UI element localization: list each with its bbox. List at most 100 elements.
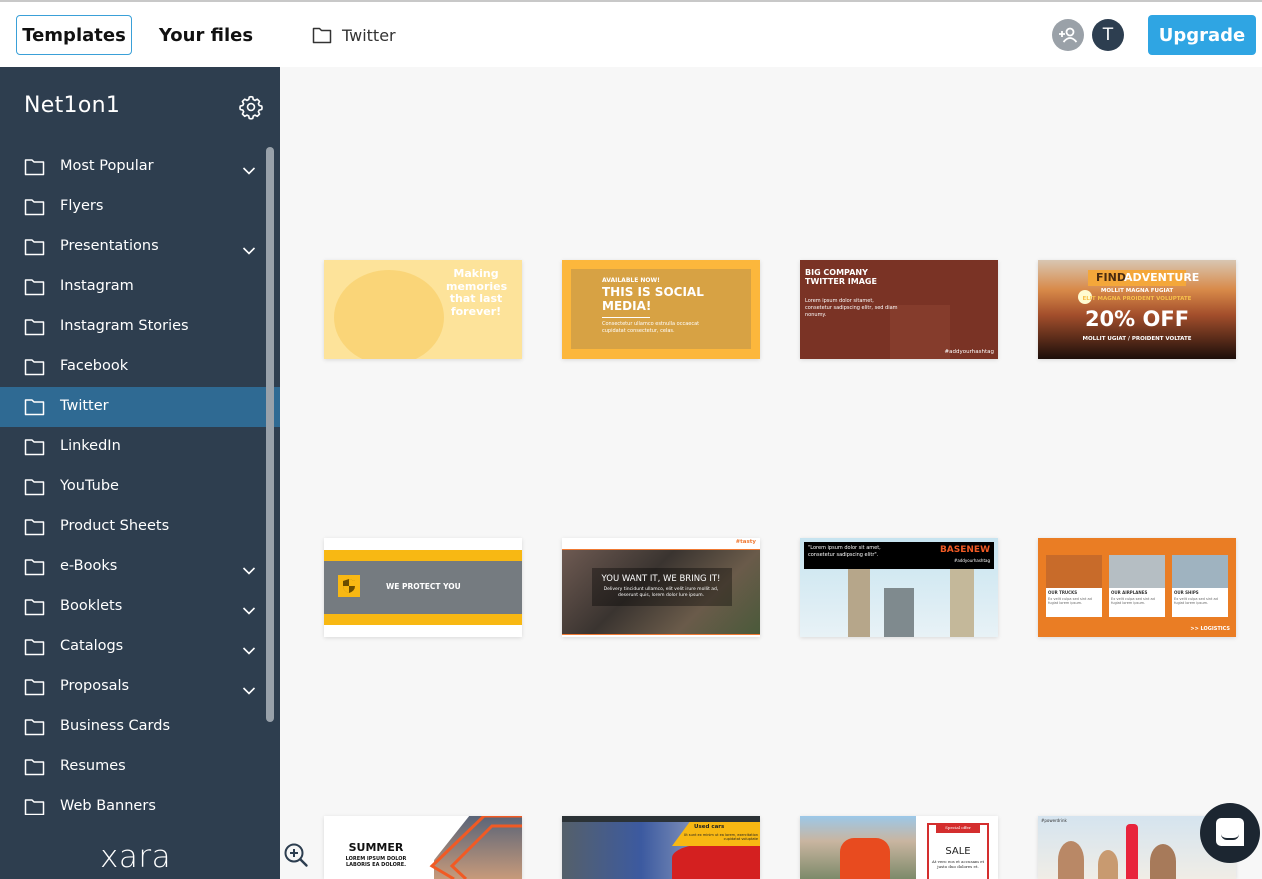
card-body: LOREM IPSUM DOLOR LABORIS EA DOLORE.: [345, 856, 407, 868]
card-line: MOLLIT MAGNA FUGIAT: [1100, 288, 1174, 294]
card-body: Lorem ipsum dolor sitamet, consetetur sa…: [805, 298, 898, 318]
sidebar-item-label: Resumes: [60, 758, 126, 774]
folder-icon: [24, 638, 45, 656]
card-title: Used cars: [694, 824, 725, 830]
folder-icon: [24, 478, 45, 496]
building-graphic: [950, 568, 974, 637]
folder-icon: [24, 398, 45, 416]
sidebar-item-twitter[interactable]: Twitter: [0, 387, 280, 427]
card-body: At vero eos et accusam et justo duo dolo…: [931, 859, 985, 870]
sidebar-item-facebook[interactable]: Facebook: [0, 347, 280, 387]
tab-templates[interactable]: Templates: [16, 15, 132, 55]
sidebar-item-label: Presentations: [60, 238, 159, 254]
sidebar-item-presentations[interactable]: Presentations: [0, 227, 280, 267]
chevron-down-icon[interactable]: [242, 561, 256, 575]
bottle-graphic: [1126, 824, 1138, 879]
sidebar-item-label: Instagram: [60, 278, 134, 294]
sidebar-item-most-popular[interactable]: Most Popular: [0, 147, 280, 187]
card-title-b: ADVENTURE: [1124, 271, 1200, 284]
sidebar-item-label: e-Books: [60, 558, 118, 574]
divider: [602, 317, 650, 318]
chevron-down-icon[interactable]: [242, 681, 256, 695]
template-card-making-memories[interactable]: Making memories that last forever!: [324, 260, 522, 359]
template-card-we-protect-you[interactable]: WE PROTECT YOU: [324, 538, 522, 637]
template-card-social-media[interactable]: AVAILABLE NOW! THIS IS SOCIAL MEDIA! Con…: [562, 260, 760, 359]
zoom-in-icon[interactable]: [283, 842, 309, 868]
logistics-col: OUR SHIPS Ex velit culpa sed sint ad fug…: [1172, 555, 1228, 617]
chevron-down-icon[interactable]: [242, 601, 256, 615]
tab-your-files[interactable]: Your files: [150, 15, 262, 55]
sidebar-item-label: Flyers: [60, 198, 104, 214]
card-text: Making: [453, 267, 499, 280]
card-line: ELIT MAGNA PROIDENT VOLUPTATE: [1082, 296, 1192, 302]
template-card-basenew[interactable]: "Lorem ipsum dolor sit amet, consetetur …: [800, 538, 998, 637]
chevron-down-icon[interactable]: [242, 641, 256, 655]
logistics-col: OUR AIRPLANES Ex velit culpa sed sint ad…: [1109, 555, 1165, 617]
chevron-down-icon[interactable]: [242, 241, 256, 255]
sidebar-item-flyers[interactable]: Flyers: [0, 187, 280, 227]
sidebar-item-instagram[interactable]: Instagram: [0, 267, 280, 307]
folder-icon: [312, 27, 332, 44]
template-card-summer[interactable]: SUMMER LOREM IPSUM DOLOR LABORIS EA DOLO…: [324, 816, 522, 879]
card-title: THIS IS SOCIAL MEDIA!: [602, 285, 704, 313]
card-title: BIG COMPANY TWITTER IMAGE: [805, 268, 877, 287]
org-name: Net1on1: [24, 93, 121, 118]
card-hashtag: #powerdrink: [1041, 818, 1067, 823]
col-body: Ex velit culpa sed sint ad fugiat lorem …: [1111, 597, 1155, 605]
col-body: Ex velit culpa sed sint ad fugiat lorem …: [1174, 597, 1218, 605]
card-footer: MOLLIT UGIAT / PROIDENT VOLTATE: [1082, 336, 1192, 342]
shield-icon: [338, 575, 360, 597]
folder-icon: [24, 278, 45, 296]
sidebar-item-label: Business Cards: [60, 718, 171, 734]
sidebar-item-catalogs[interactable]: Catalogs: [0, 627, 280, 667]
col-title: OUR SHIPS: [1174, 590, 1199, 595]
template-card-logistics[interactable]: OUR TRUCKS Ex velit culpa sed sint ad fu…: [1038, 538, 1236, 637]
card-quote: "Lorem ipsum dolor sit amet, consetetur …: [808, 545, 881, 558]
card-brand: BASENEW: [939, 545, 990, 555]
gear-icon[interactable]: [238, 94, 264, 120]
template-card-sale[interactable]: Special offer SALE At vero eos et accusa…: [800, 816, 998, 879]
sidebar-item-label: Catalogs: [60, 638, 124, 654]
chat-button[interactable]: [1200, 803, 1260, 863]
folder-icon: [24, 438, 45, 456]
sidebar-item-e-books[interactable]: e-Books: [0, 547, 280, 587]
breadcrumb[interactable]: Twitter: [312, 23, 396, 47]
sidebar-item-label: LinkedIn: [60, 438, 121, 454]
folder-icon: [24, 598, 45, 616]
template-gallery: [280, 67, 1262, 879]
sidebar-item-label: Twitter: [60, 398, 109, 414]
sidebar-item-product-sheets[interactable]: Product Sheets: [0, 507, 280, 547]
sidebar-item-instagram-stories[interactable]: Instagram Stories: [0, 307, 280, 347]
logistics-col: OUR TRUCKS Ex velit culpa sed sint ad fu…: [1046, 555, 1102, 617]
template-card-we-bring-it[interactable]: #tasty YOU WANT IT, WE BRING IT! Deliver…: [562, 538, 760, 637]
sidebar-scrollbar[interactable]: [266, 147, 274, 722]
folder-icon: [24, 558, 45, 576]
invite-user-button[interactable]: [1052, 19, 1084, 51]
sidebar-item-proposals[interactable]: Proposals: [0, 667, 280, 707]
chevron-down-icon[interactable]: [242, 161, 256, 175]
sale-tag: Special offer: [936, 823, 980, 833]
chevron-graphic: [429, 816, 522, 879]
template-card-big-company[interactable]: BIG COMPANY TWITTER IMAGE Lorem ipsum do…: [800, 260, 998, 359]
breadcrumb-label: Twitter: [342, 25, 396, 45]
sidebar-item-booklets[interactable]: Booklets: [0, 587, 280, 627]
sidebar-item-youtube[interactable]: YouTube: [0, 467, 280, 507]
card-offer: 20% OFF: [1084, 307, 1190, 331]
col-title: OUR AIRPLANES: [1111, 590, 1148, 595]
sidebar-item-resumes[interactable]: Resumes: [0, 747, 280, 787]
folder-icon: [24, 318, 45, 336]
sidebar-item-label: Web Banners: [60, 798, 156, 814]
avatar[interactable]: T: [1092, 19, 1124, 51]
template-card-find-adventure[interactable]: FIND ADVENTURE MOLLIT MAGNA FUGIAT ELIT …: [1038, 260, 1236, 359]
upgrade-button[interactable]: Upgrade: [1148, 15, 1256, 55]
sidebar-item-label: Instagram Stories: [60, 318, 189, 334]
sidebar-item-linkedin[interactable]: LinkedIn: [0, 427, 280, 467]
template-card-used-cars[interactable]: Used cars Ut sunt ex minim ut ea lorem, …: [562, 816, 760, 879]
sidebar-item-web-banners[interactable]: Web Banners: [0, 787, 280, 815]
chat-icon: [1216, 818, 1244, 846]
folder-icon: [24, 198, 45, 216]
folder-icon: [24, 678, 45, 696]
add-user-icon: [1059, 27, 1078, 43]
card-text: forever!: [450, 304, 502, 318]
sidebar-item-business-cards[interactable]: Business Cards: [0, 707, 280, 747]
